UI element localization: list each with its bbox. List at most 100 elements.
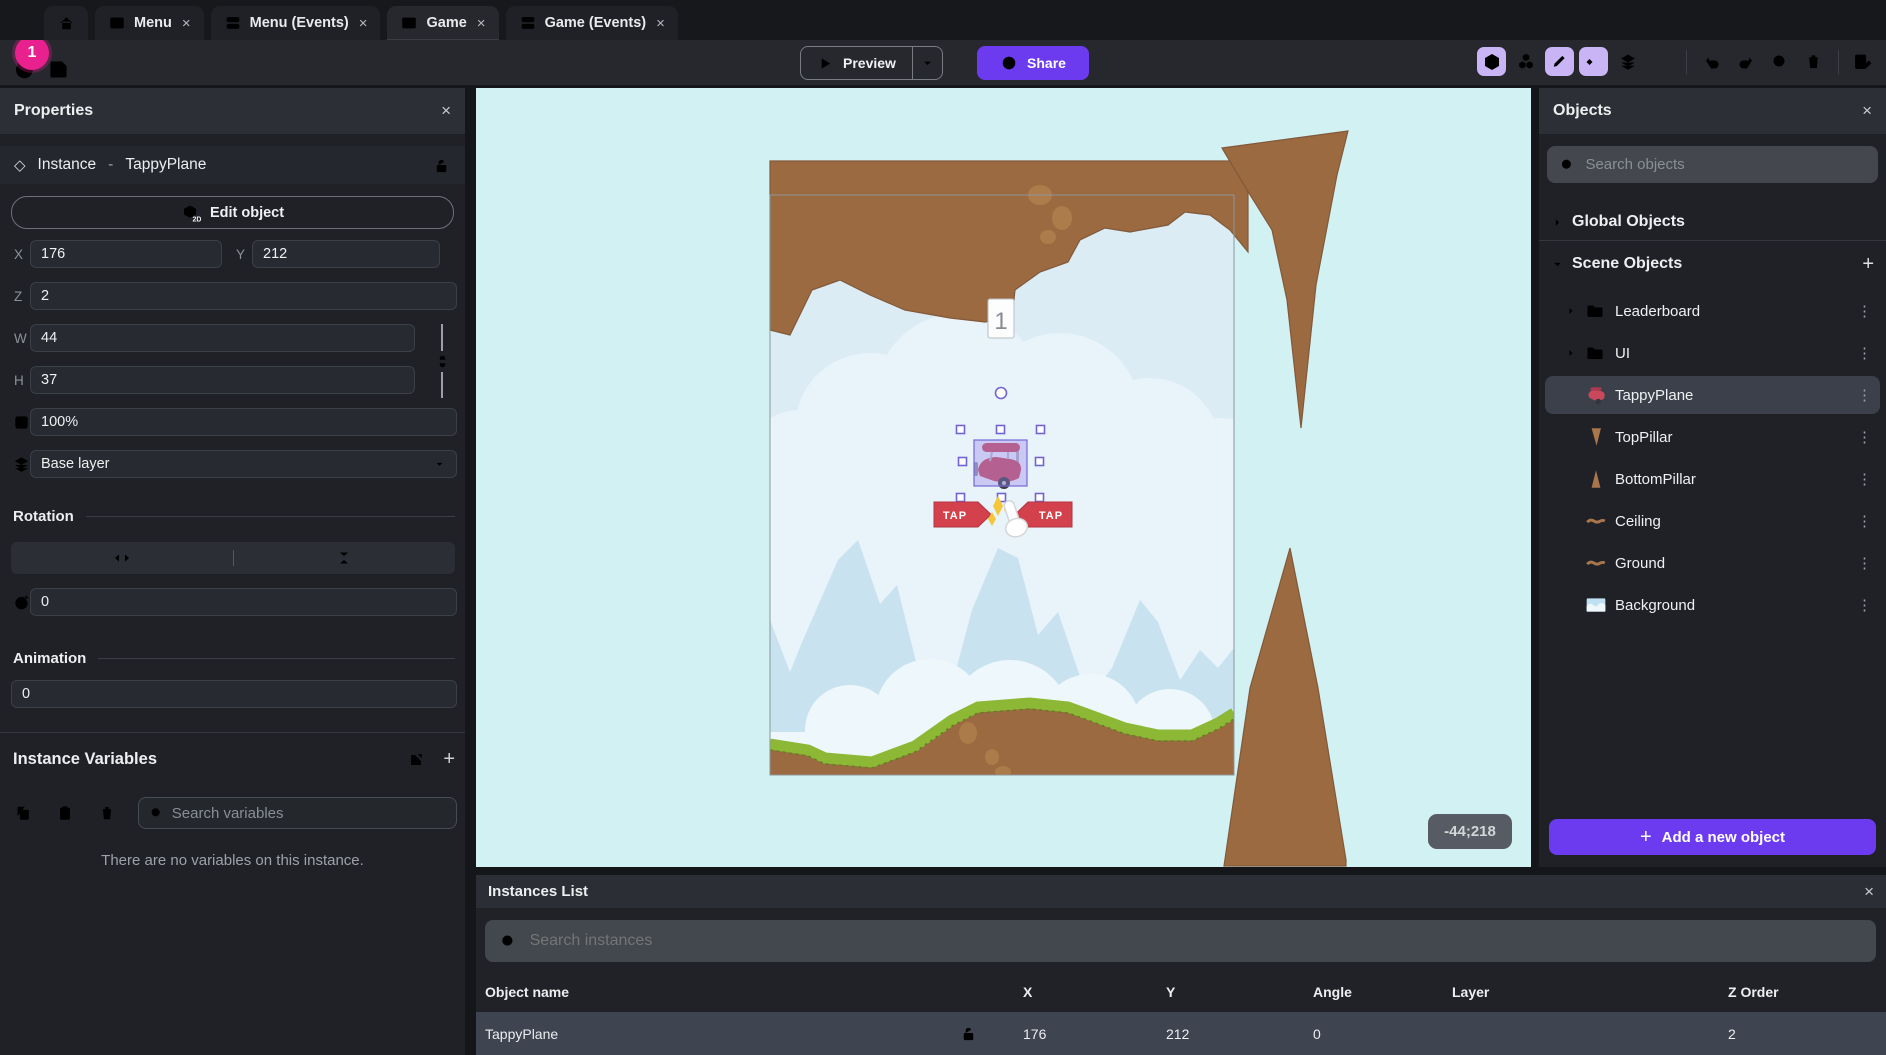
trash-icon [1804,52,1823,71]
add-object-label: Add a new object [1662,829,1785,846]
kebab-menu-icon[interactable]: ⋮ [1857,512,1872,530]
score-card: 1 [988,299,1014,338]
instances-list-toggle[interactable] [1579,47,1608,76]
add-variable-button[interactable]: + [443,748,455,771]
tab-menu-events[interactable]: Menu (Events) × [211,6,381,40]
object-item-ground[interactable]: Ground ⋮ [1545,544,1880,582]
add-new-object-button[interactable]: + Add a new object [1549,819,1876,855]
instance-name: TappyPlane [476,1026,959,1042]
flip-vertical-button[interactable] [234,548,456,568]
plus-icon: + [1640,826,1652,849]
chain-icon [434,353,451,370]
tab-game-events[interactable]: Game (Events) × [506,6,678,40]
kebab-menu-icon[interactable]: ⋮ [1857,386,1872,404]
open-variables-editor-button[interactable] [407,751,425,769]
grid-toggle[interactable] [1647,47,1676,76]
kebab-menu-icon[interactable]: ⋮ [1857,470,1872,488]
undo-button[interactable] [1697,47,1726,76]
rotate-handle[interactable] [996,388,1007,399]
delete-variable-button[interactable] [98,804,116,822]
close-tab-icon[interactable]: × [359,15,368,32]
scene-canvas[interactable]: 1 TAP TAP -44;218 [476,88,1531,867]
paste-button[interactable] [56,804,74,822]
animation-field[interactable] [11,680,457,708]
grid-icon [1652,52,1671,71]
height-field[interactable] [30,366,415,394]
object-groups-button[interactable] [1511,47,1540,76]
preview-label: Preview [843,55,896,71]
close-tab-icon[interactable]: × [656,15,665,32]
close-tab-icon[interactable]: × [182,15,191,32]
close-tab-icon[interactable]: × [477,15,486,32]
instance-row-tappyplane[interactable]: TappyPlane 176 212 0 2 [476,1012,1886,1055]
global-objects-label: Global Objects [1572,213,1685,231]
z-field[interactable] [30,282,457,310]
global-objects-group[interactable]: Global Objects [1539,204,1886,240]
variables-toolbar [0,796,457,830]
object-item-ui[interactable]: UI ⋮ [1545,334,1880,372]
y-field[interactable] [252,240,440,268]
save-button[interactable] [47,58,70,81]
layers-panel-toggle[interactable] [1613,47,1642,76]
opacity-field[interactable] [30,408,457,436]
edit-scene-events-button[interactable] [1849,47,1878,76]
copy-icon [14,804,32,822]
lock-ratio-toggle[interactable] [432,324,452,398]
selection-box[interactable] [974,440,1027,486]
rotation-angle-field[interactable] [30,588,457,616]
redo-button[interactable] [1731,47,1760,76]
object-item-tappyplane[interactable]: TappyPlane ⋮ [1545,376,1880,414]
main-menu-button[interactable] [6,2,44,40]
close-icon[interactable]: × [1864,882,1874,902]
x-label: X [0,247,30,262]
lock-open-icon[interactable] [959,1024,1023,1043]
instances-header: Instances List × [476,875,1886,908]
share-button[interactable]: Share [977,46,1089,80]
layer-select[interactable]: Base layer [30,450,457,478]
tab-game[interactable]: Game × [387,6,498,40]
layers-icon [0,455,30,474]
tab-menu[interactable]: Menu × [95,6,204,40]
kebab-menu-icon[interactable]: ⋮ [1857,302,1872,320]
copy-button[interactable] [14,804,32,822]
width-field[interactable] [30,324,415,352]
close-icon[interactable]: × [1862,101,1872,121]
kebab-menu-icon[interactable]: ⋮ [1857,596,1872,614]
globe-icon [1000,54,1018,72]
add-object-icon[interactable]: + [1862,253,1874,276]
x-field[interactable] [30,240,222,268]
notification-badge: 1 [15,36,49,70]
kebab-menu-icon[interactable]: ⋮ [1857,428,1872,446]
delete-button[interactable] [1799,47,1828,76]
flip-horizontal-button[interactable] [11,548,233,568]
tap-right-label: TAP [1039,510,1063,522]
trash-icon [98,804,116,822]
kebab-menu-icon[interactable]: ⋮ [1857,344,1872,362]
search-variables-input[interactable] [172,805,446,822]
object-item-bottompillar[interactable]: BottomPillar ⋮ [1545,460,1880,498]
properties-panel-toggle[interactable] [1545,47,1574,76]
editor-toolbar-icons [1477,47,1878,76]
object-item-leaderboard[interactable]: Leaderboard ⋮ [1545,292,1880,330]
object-item-toppillar[interactable]: TopPillar ⋮ [1545,418,1880,456]
col-x: X [1023,984,1166,1000]
object-item-background[interactable]: Background ⋮ [1545,586,1880,624]
objects-panel-toggle[interactable] [1477,47,1506,76]
events-icon [224,14,242,32]
no-variables-message: There are no variables on this instance. [0,852,465,869]
search-instances-input[interactable] [530,932,1862,950]
preview-button[interactable]: Preview [801,47,912,79]
object-item-ceiling[interactable]: Ceiling ⋮ [1545,502,1880,540]
edit-object-button[interactable]: Edit object [11,196,454,229]
close-icon[interactable]: × [441,101,451,121]
preview-options-button[interactable] [912,47,942,79]
scene-objects-group[interactable]: Scene Objects + [1539,246,1886,282]
tab-home[interactable] [44,6,88,40]
kebab-menu-icon[interactable]: ⋮ [1857,554,1872,572]
search-objects-input[interactable] [1585,156,1866,173]
zoom-button[interactable] [1765,47,1794,76]
external-link-icon [407,751,425,769]
lock-open-icon[interactable] [432,156,451,175]
search-instances-box [485,920,1876,962]
object-label: TappyPlane [1615,387,1693,404]
